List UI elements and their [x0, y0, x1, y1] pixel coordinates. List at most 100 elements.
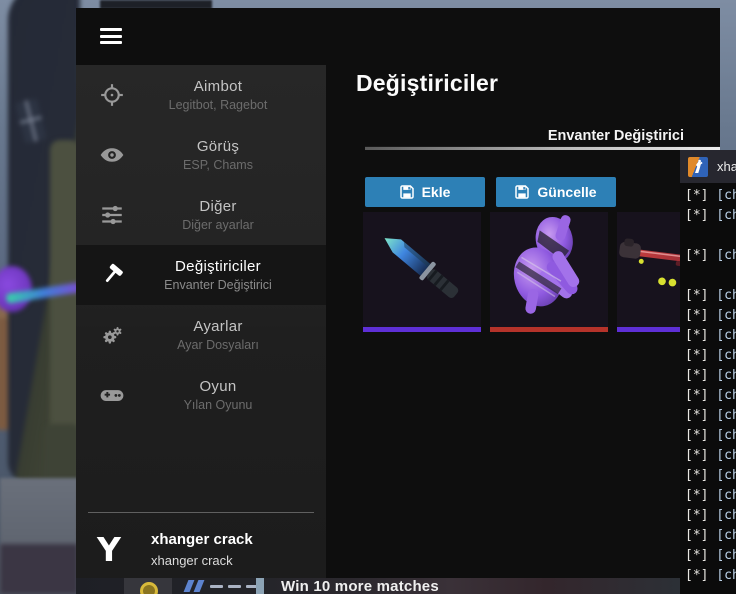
button-row: Ekle Güncelle	[365, 177, 616, 207]
rank-slash-icon	[183, 580, 195, 592]
log-message: [ch	[716, 428, 736, 443]
console-log-line: [*] [ch	[685, 406, 736, 426]
profile-text: xhanger crack xhanger crack	[151, 531, 253, 568]
console-log-line: [*] [ch	[685, 286, 736, 306]
sidebar-item-label: Görüş	[196, 138, 240, 155]
log-message: [ch	[716, 328, 736, 343]
tab-underline	[365, 146, 720, 150]
sidebar-item-ayarlar[interactable]: Ayarlar Ayar Dosyaları	[76, 305, 326, 365]
app-window: Aimbot Legitbot, Ragebot Görüş ESP, Cham…	[76, 8, 735, 578]
ekle-button[interactable]: Ekle	[365, 177, 485, 207]
sidebar: Aimbot Legitbot, Ragebot Görüş ESP, Cham…	[76, 65, 326, 578]
sidebar-item-sublabel: Envanter Değiştirici	[164, 278, 272, 292]
log-message: [ch	[716, 288, 736, 303]
gloves-skin-card[interactable]	[490, 212, 608, 332]
sidebar-item-de-i-tiriciler[interactable]: Değiştiriciler Envanter Değiştirici	[76, 245, 326, 305]
save-icon	[515, 185, 530, 199]
log-message: [ch	[716, 208, 736, 223]
log-prefix: [*]	[685, 508, 717, 523]
console-log-line: [*] [ch	[685, 566, 736, 586]
sidebar-item-di-er[interactable]: Diğer Diğer ayarlar	[76, 185, 326, 245]
console-log-line: [*] [ch	[685, 366, 736, 386]
sidebar-items: Aimbot Legitbot, Ragebot Görüş ESP, Cham…	[76, 65, 326, 425]
hammer-icon	[99, 262, 125, 288]
sidebar-item-label: Değiştiriciler	[175, 258, 261, 275]
log-message: [ch	[716, 188, 736, 203]
background-floor-shadow	[0, 544, 78, 594]
sidebar-item-label: Ayarlar	[193, 318, 243, 335]
log-prefix: [*]	[685, 208, 717, 223]
save-icon	[399, 185, 414, 199]
console-titlebar[interactable]: xhanger crack	[680, 150, 736, 183]
log-prefix: [*]	[685, 288, 717, 303]
page-title: Değiştiriciler	[356, 70, 499, 96]
log-message: [ch	[716, 368, 736, 383]
console-log-line: [*] [ch	[685, 486, 736, 506]
profile-name: xhanger crack	[151, 531, 253, 548]
game-mission-bar: Win 10 more matches	[76, 578, 680, 594]
sidebar-item-sublabel: Legitbot, Ragebot	[168, 98, 268, 112]
console-log-line: [*] [ch	[685, 306, 736, 326]
progress-segment	[256, 578, 264, 594]
console-body: [*] [ch [*] [ch [*] [ch [*] [ch [*] [ch [*] […	[680, 183, 736, 586]
log-prefix: [*]	[685, 488, 717, 503]
profile-row[interactable]: Y xhanger crack xhanger crack	[76, 521, 326, 578]
sidebar-divider	[88, 512, 314, 513]
log-prefix: [*]	[685, 408, 717, 423]
button-label: Güncelle	[537, 184, 597, 200]
log-prefix: [*]	[685, 448, 717, 463]
console-log-line: [*] [ch	[685, 386, 736, 406]
log-prefix: [*]	[685, 428, 717, 443]
log-message: [ch	[716, 348, 736, 363]
sidebar-item-label: Oyun	[199, 378, 237, 395]
log-prefix: [*]	[685, 248, 717, 263]
progress-dash	[228, 585, 241, 588]
gears-icon	[99, 322, 125, 348]
log-message: [ch	[716, 508, 736, 523]
sidebar-item-sublabel: ESP, Chams	[183, 158, 253, 172]
app-topbar	[76, 8, 720, 65]
knife-skin-card[interactable]	[363, 212, 481, 332]
sidebar-item-aimbot[interactable]: Aimbot Legitbot, Ragebot	[76, 65, 326, 125]
tab-envanter-degistirici[interactable]: Envanter Değiştirici	[548, 128, 684, 144]
console-log-line: [*] [ch	[685, 326, 736, 346]
log-message: [ch	[716, 468, 736, 483]
log-message: [ch	[716, 528, 736, 543]
log-prefix: [*]	[685, 468, 717, 483]
profile-logo-letter: Y	[97, 529, 121, 569]
log-message: [ch	[716, 568, 736, 583]
log-prefix: [*]	[685, 388, 717, 403]
card-accent-bar	[363, 327, 481, 332]
sliders-icon	[99, 202, 125, 228]
sidebar-item-sublabel: Diğer ayarlar	[182, 218, 254, 232]
log-message: [ch	[716, 448, 736, 463]
console-log-line: [*] [ch	[685, 466, 736, 486]
console-log-line: [*] [ch	[685, 446, 736, 466]
log-message: [ch	[716, 548, 736, 563]
sidebar-item-g-r[interactable]: Görüş ESP, Chams	[76, 125, 326, 185]
console-log-line: [*] [ch	[685, 206, 736, 226]
log-prefix: [*]	[685, 368, 717, 383]
log-message: [ch	[716, 308, 736, 323]
rank-slash-icon	[193, 580, 205, 592]
hamburger-icon[interactable]	[100, 28, 122, 48]
profile-logo: Y	[87, 528, 131, 572]
console-log-line: [*] [ch	[685, 526, 736, 546]
console-window: xhanger crack [*] [ch[*] [ch[*] [ch[*] […	[680, 150, 736, 594]
sidebar-item-oyun[interactable]: Oyun Yılan Oyunu	[76, 365, 326, 425]
card-accent-bar	[490, 327, 608, 332]
profile-subtitle: xhanger crack	[151, 553, 233, 568]
crosshair-icon	[99, 82, 125, 108]
csgo-icon	[688, 156, 708, 177]
sidebar-item-sublabel: Ayar Dosyaları	[177, 338, 259, 352]
sidebar-item-sublabel: Yılan Oyunu	[183, 398, 253, 412]
gamepad-icon	[99, 382, 125, 408]
app-body: Aimbot Legitbot, Ragebot Görüş ESP, Cham…	[76, 65, 735, 578]
console-log-line: [*] [ch	[685, 546, 736, 566]
eye-icon	[99, 142, 125, 168]
log-prefix: [*]	[685, 548, 717, 563]
g-ncelle-button[interactable]: Güncelle	[496, 177, 616, 207]
